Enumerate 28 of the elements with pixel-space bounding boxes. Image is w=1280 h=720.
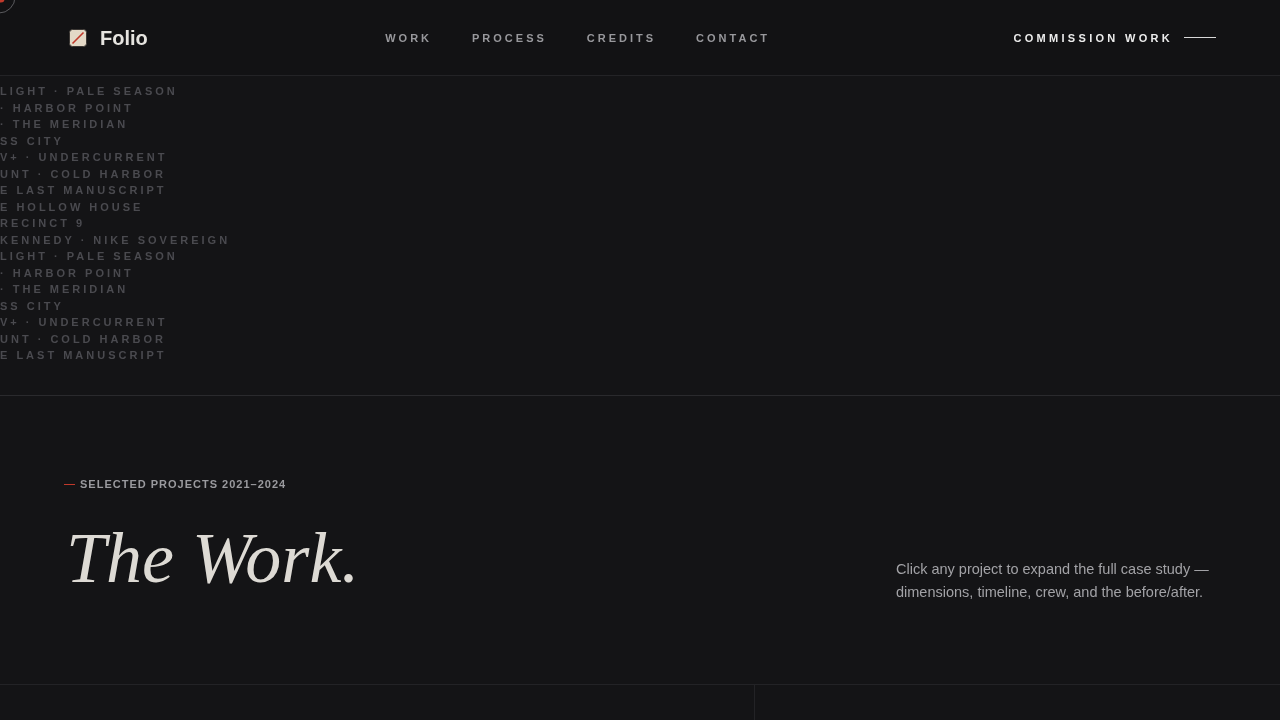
nav-link[interactable]: CONTACT bbox=[696, 30, 771, 45]
project-ticker-text: LIGHT · PALE SEASON bbox=[0, 249, 178, 264]
project-ticker-text: SS CITY bbox=[0, 298, 64, 314]
nav-link[interactable]: WORK bbox=[385, 30, 432, 45]
project-ticker-text: · THE MERIDIAN bbox=[0, 282, 129, 297]
project-ticker-text: SS CITY bbox=[0, 133, 64, 149]
commission-work-link[interactable]: COMMISSION WORK bbox=[1013, 30, 1216, 45]
project-ticker-text: V+ · UNDERCURRENT bbox=[0, 150, 168, 165]
nav-link[interactable]: CREDITS bbox=[586, 30, 657, 45]
project-ticker-text: · HARBOR POINT bbox=[0, 100, 134, 116]
project-ticker-text: E LAST MANUSCRIPT bbox=[0, 348, 167, 363]
project-ticker-text: E HOLLOW HOUSE bbox=[0, 199, 144, 215]
project-ticker-text: UNT · COLD HARBOR bbox=[0, 166, 166, 182]
project-ticker-text: KENNEDY · NIKE SOVEREIGN bbox=[0, 232, 231, 248]
project-ticker-text: RECINCT 9 bbox=[0, 216, 86, 231]
project-ticker-text: · HARBOR POINT bbox=[0, 265, 134, 281]
section-description: Click any project to expand the full case study — dimensions, timeline, crew, and the before/after. bbox=[896, 560, 1210, 602]
nav-link[interactable]: PROCESS bbox=[472, 30, 547, 45]
project-ticker-text: LIGHT · PALE SEASON bbox=[0, 84, 178, 99]
section-title: The Work. bbox=[66, 522, 360, 594]
brand-name: Folio bbox=[100, 27, 148, 48]
section-eyebrow: SELECTED PROJECTS 2021–2024 bbox=[80, 478, 287, 490]
project-ticker-text: E LAST MANUSCRIPT bbox=[0, 183, 167, 198]
logo-icon bbox=[69, 28, 87, 47]
cursor-ring-icon bbox=[0, 0, 17, 16]
project-ticker-text: · THE MERIDIAN bbox=[0, 117, 129, 132]
project-ticker-text: V+ · UNDERCURRENT bbox=[0, 315, 168, 330]
project-ticker-text: UNT · COLD HARBOR bbox=[0, 331, 166, 347]
